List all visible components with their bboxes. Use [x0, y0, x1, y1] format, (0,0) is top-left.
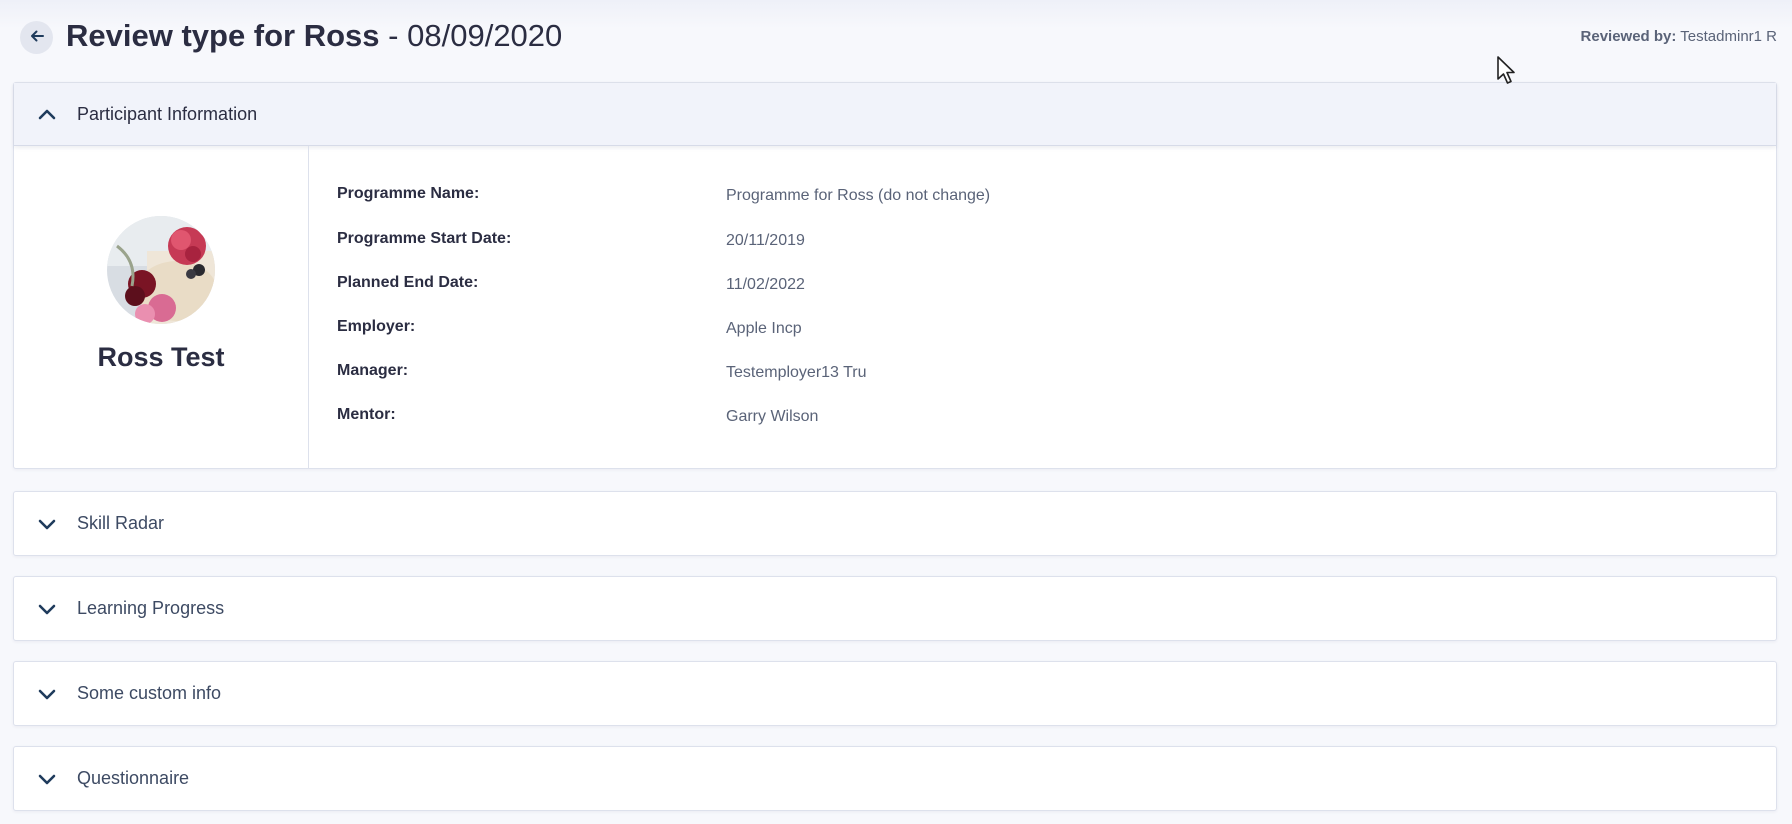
- detail-value: Testemployer13 Tru: [726, 364, 867, 381]
- arrow-left-icon: [29, 28, 45, 47]
- detail-row-employer: Employer: Apple Incp: [337, 318, 1437, 342]
- page-title: Review type for Ross - 08/09/2020: [66, 17, 562, 55]
- questionnaire-panel: Questionnaire: [13, 746, 1777, 811]
- reviewed-by-value: Testadminr1 R: [1680, 28, 1777, 45]
- skill-radar-panel: Skill Radar: [13, 491, 1777, 556]
- detail-row-programme-name: Programme Name: Programme for Ross (do n…: [337, 185, 1437, 209]
- detail-row-programme-start-date: Programme Start Date: 20/11/2019: [337, 230, 1437, 254]
- some-custom-info-panel: Some custom info: [13, 661, 1777, 726]
- some-custom-info-header[interactable]: Some custom info: [14, 662, 1776, 725]
- questionnaire-header[interactable]: Questionnaire: [14, 747, 1776, 810]
- chevron-down-icon: [35, 767, 59, 791]
- questionnaire-title: Questionnaire: [77, 768, 190, 788]
- detail-label: Programme Start Date:: [337, 230, 512, 247]
- detail-row-planned-end-date: Planned End Date: 11/02/2022: [337, 274, 1437, 298]
- chevron-down-icon: [35, 597, 59, 621]
- detail-label: Mentor:: [337, 406, 396, 423]
- learning-progress-header[interactable]: Learning Progress: [14, 577, 1776, 640]
- avatar: [107, 216, 215, 324]
- mouse-pointer-icon: [1496, 55, 1518, 90]
- skill-radar-title: Skill Radar: [77, 513, 165, 533]
- reviewed-by: Reviewed by: Testadminr1 R: [1581, 28, 1777, 45]
- chevron-down-icon: [35, 512, 59, 536]
- detail-row-mentor: Mentor: Garry Wilson: [337, 406, 1437, 430]
- detail-row-manager: Manager: Testemployer13 Tru: [337, 362, 1437, 386]
- participant-information-panel: Participant Information Ross Test Progra…: [13, 82, 1777, 469]
- detail-label: Planned End Date:: [337, 274, 479, 291]
- detail-value: 20/11/2019: [726, 232, 805, 249]
- participant-information-header[interactable]: Participant Information: [14, 83, 1776, 146]
- detail-value: Apple Incp: [726, 320, 802, 337]
- learning-progress-panel: Learning Progress: [13, 576, 1777, 641]
- skill-radar-header[interactable]: Skill Radar: [14, 492, 1776, 555]
- profile-column: Ross Test: [14, 146, 309, 468]
- participant-name: Ross Test: [97, 342, 225, 372]
- chevron-down-icon: [35, 682, 59, 706]
- back-button[interactable]: [20, 21, 53, 54]
- detail-value: 11/02/2022: [726, 276, 805, 293]
- reviewed-by-label: Reviewed by:: [1580, 28, 1677, 45]
- participant-information-title: Participant Information: [77, 103, 258, 124]
- participant-body: Ross Test Programme Name: Programme for …: [14, 146, 1776, 468]
- some-custom-info-title: Some custom info: [77, 683, 222, 703]
- detail-label: Manager:: [337, 362, 409, 379]
- learning-progress-title: Learning Progress: [77, 598, 225, 618]
- review-date: 08/09/2020: [407, 18, 563, 53]
- detail-value: Garry Wilson: [726, 408, 819, 425]
- detail-label: Programme Name:: [337, 185, 480, 202]
- title-separator: -: [388, 18, 399, 53]
- detail-value: Programme for Ross (do not change): [726, 187, 991, 204]
- participant-details: Programme Name: Programme for Ross (do n…: [309, 146, 1776, 468]
- chevron-up-icon: [35, 102, 59, 126]
- detail-label: Employer:: [337, 318, 416, 335]
- page-title-text: Review type for Ross: [66, 18, 380, 53]
